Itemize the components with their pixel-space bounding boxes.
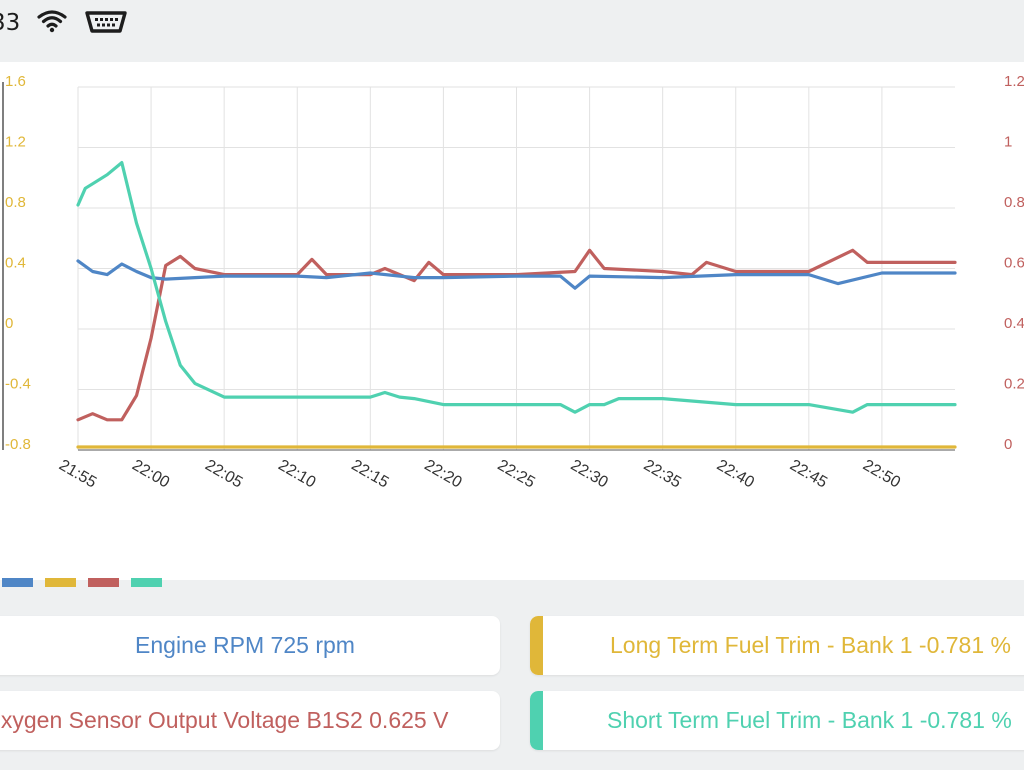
x-tick-label: 22:25 [495,457,538,492]
x-tick-label: 22:30 [568,457,611,492]
obd-connector-icon [84,10,128,39]
x-tick-label: 22:20 [421,457,464,492]
left-axis-tick-label: -0.4 [5,376,31,393]
right-axis-tick-label: 0.4 [1004,315,1024,332]
card-oxygen-sensor-voltage-label: Oxygen Sensor Output Voltage B1S2 0.625 … [0,707,449,733]
right-axis-tick-label: 0.8 [1004,194,1024,211]
card-engine-rpm[interactable]: Engine RPM 725 rpm [0,616,500,675]
right-axis-tick-label: 0.2 [1004,376,1024,393]
status-time: 33 [0,10,21,36]
left-axis-tick-label: 0 [5,315,13,332]
x-tick-label: 22:45 [787,457,830,492]
right-axis-tick-label: 1 [1004,134,1012,151]
card-accent [530,691,543,750]
value-cards: Engine RPM 725 rpm Long Term Fuel Trim -… [0,580,1024,770]
right-axis-tick-label: 0.6 [1004,255,1024,272]
x-tick-label: 22:15 [348,457,391,492]
left-axis-tick-label: 1.2 [5,134,26,151]
line-chart: 21:55 22:00 22:05 22:10 22:15 22:20 22:25 22:30… [2,73,1024,492]
left-axis-tick-label: 1.6 [5,73,26,90]
card-oxygen-sensor-voltage[interactable]: Oxygen Sensor Output Voltage B1S2 0.625 … [0,691,500,750]
x-tick-label: 21:55 [56,457,99,492]
card-engine-rpm-label: Engine RPM 725 rpm [135,632,355,658]
x-tick-label: 22:00 [129,457,172,492]
card-accent [530,616,543,675]
x-tick-label: 22:05 [202,457,245,492]
card-long-term-fuel-trim[interactable]: Long Term Fuel Trim - Bank 1 -0.781 % [530,616,1024,675]
right-axis-tick-label: 1.2 [1004,73,1024,90]
card-short-term-fuel-trim-label: Short Term Fuel Trim - Bank 1 -0.781 % [607,707,1012,733]
left-axis-tick-label: 0.8 [5,194,26,211]
x-tick-label: 22:40 [714,457,757,492]
x-tick-label: 22:50 [860,457,903,492]
card-long-term-fuel-trim-label: Long Term Fuel Trim - Bank 1 -0.781 % [610,632,1011,658]
left-axis-tick-label: 0.4 [5,255,26,272]
right-axis-tick-label: 0 [1004,436,1012,453]
card-short-term-fuel-trim[interactable]: Short Term Fuel Trim - Bank 1 -0.781 % [530,691,1024,750]
chart-card: 21:55 22:00 22:05 22:10 22:15 22:20 22:25 22:30… [0,62,1024,587]
x-tick-label: 22:35 [641,457,684,492]
status-bar: 33 [0,0,1024,48]
wifi-icon [37,9,67,38]
left-axis-tick-label: -0.8 [5,436,31,453]
x-tick-label: 22:10 [275,457,318,492]
